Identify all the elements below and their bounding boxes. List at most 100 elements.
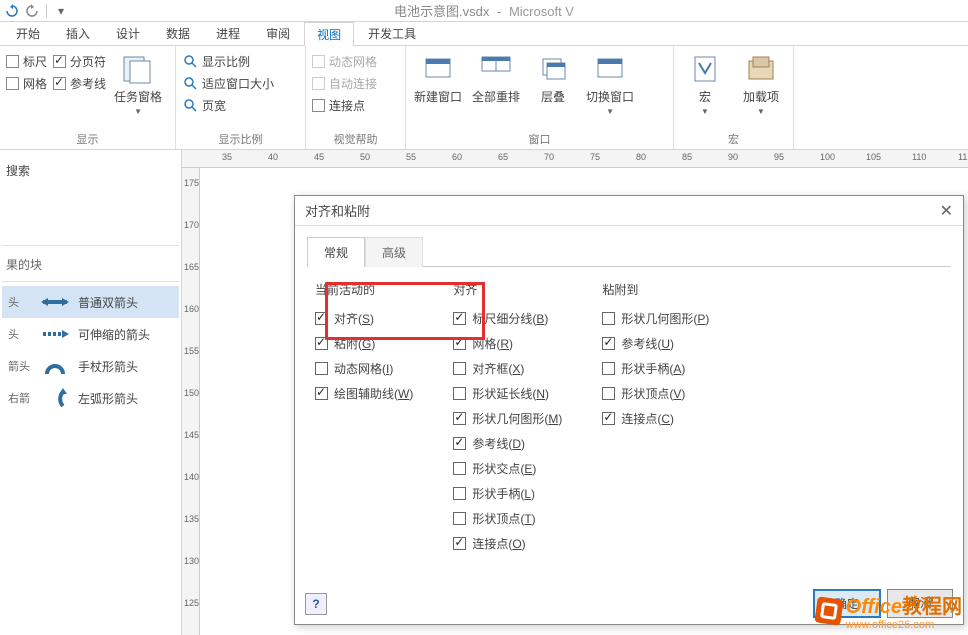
dialog-checkbox[interactable]: 参考线(D)	[453, 435, 562, 452]
url: www.office26.com	[846, 619, 962, 631]
dialog-checkbox[interactable]: 形状手柄(A)	[602, 360, 709, 377]
separator	[46, 4, 47, 18]
shape-item[interactable]: 箭头手杖形箭头	[2, 350, 179, 382]
label: Office	[846, 596, 902, 618]
window-button[interactable]: 全部重排	[470, 50, 522, 107]
dialog-checkbox[interactable]: 绘图辅助线(W)	[315, 385, 413, 402]
dialog-checkbox[interactable]: 形状手柄(L)	[453, 485, 562, 502]
ribbon-group-visual-aids: 动态网格自动连接连接点 视觉帮助	[306, 46, 406, 149]
dialog-checkbox[interactable]: 形状顶点(T)	[453, 510, 562, 527]
fit-window-icon[interactable]: 适应窗口大小	[182, 72, 299, 94]
column-glue: 粘附到形状几何图形(P)参考线(U)形状手柄(A)形状顶点(V)连接点(C)	[602, 281, 709, 552]
redo-icon[interactable]	[24, 3, 40, 19]
group-label: 视觉帮助	[306, 131, 405, 147]
dialog-checkbox[interactable]: 形状几何图形(P)	[602, 310, 709, 327]
ribbon-group-zoom: 显示比例适应窗口大小页宽 显示比例	[176, 46, 306, 149]
dialog-checkbox[interactable]: 参考线(U)	[602, 335, 709, 352]
macro-button[interactable]: 加载项▼	[736, 50, 786, 118]
label: 参考线	[70, 75, 106, 92]
dialog-checkbox[interactable]: 形状顶点(V)	[602, 385, 709, 402]
menu-tab-2[interactable]: 设计	[104, 22, 152, 45]
label: 标尺	[23, 53, 47, 70]
menu-tab-3[interactable]: 数据	[154, 22, 202, 45]
task-panes-button[interactable]: 任务窗格 ▼	[112, 50, 164, 118]
brand-watermark: Office教程网 www.office26.com	[816, 590, 962, 631]
menu-tab-7[interactable]: 开发工具	[356, 22, 428, 45]
label: 分页符	[70, 53, 106, 70]
dialog-checkbox[interactable]: 形状延长线(N)	[453, 385, 562, 402]
dialog-checkbox[interactable]: 对齐框(X)	[453, 360, 562, 377]
dialog-checkbox[interactable]: 网格(R)	[453, 335, 562, 352]
label: 常规	[324, 246, 348, 260]
dialog-checkbox[interactable]: 连接点(O)	[453, 535, 562, 552]
tab-advanced[interactable]: 高级	[365, 237, 423, 267]
label: 教程网	[902, 596, 962, 618]
group-label: 显示	[0, 131, 175, 147]
dialog-checkbox[interactable]: 形状交点(E)	[453, 460, 562, 477]
label: 网格	[23, 75, 47, 92]
task-panes-icon	[121, 52, 155, 86]
label: 高级	[382, 246, 406, 260]
page-breaks-checkbox[interactable]: 分页符	[53, 50, 106, 72]
help-button[interactable]: ?	[305, 593, 327, 615]
chevron-down-icon: ▼	[134, 107, 142, 116]
dialog-checkbox[interactable]: 动态网格(I)	[315, 360, 413, 377]
ribbon-tabs: 开始插入设计数据进程审阅视图开发工具	[0, 22, 968, 46]
office-logo-icon	[814, 596, 843, 625]
vertical-ruler: 175170165160155150145140135130125	[182, 168, 200, 635]
dialog-checkbox[interactable]: 形状几何图形(M)	[453, 410, 562, 427]
grid-checkbox[interactable]: 网格	[6, 72, 47, 94]
ruler-checkbox[interactable]: 标尺	[6, 50, 47, 72]
dialog-body: 当前活动的对齐(S)粘附(G)动态网格(I)绘图辅助线(W) 对齐标尺细分线(B…	[295, 267, 963, 566]
window-button[interactable]: 新建窗口	[412, 50, 464, 107]
horizontal-ruler: 35404550556065707580859095100105110115	[182, 150, 968, 168]
va-checkbox: 自动连接	[312, 72, 399, 94]
menu-tab-5[interactable]: 审阅	[254, 22, 302, 45]
dialog-checkbox[interactable]: 连接点(C)	[602, 410, 709, 427]
zoom-icon[interactable]: 显示比例	[182, 50, 299, 72]
menu-tab-0[interactable]: 开始	[4, 22, 52, 45]
app-name: Microsoft V	[509, 4, 574, 19]
menu-tab-6[interactable]: 视图	[304, 22, 354, 47]
dialog-checkbox[interactable]: 粘附(G)	[315, 335, 413, 352]
dialog-checkbox[interactable]: 对齐(S)	[315, 310, 413, 327]
ribbon: 标尺 网格 分页符 参考线 任务窗格 ▼ 显示 显示比例适应窗口大小页宽 显示比…	[0, 46, 968, 150]
ribbon-group-show: 标尺 网格 分页符 参考线 任务窗格 ▼ 显示	[0, 46, 176, 149]
menu-tab-1[interactable]: 插入	[54, 22, 102, 45]
page-width-icon[interactable]: 页宽	[182, 94, 299, 116]
shape-item[interactable]: 头普通双箭头	[2, 286, 179, 318]
dialog-titlebar: 对齐和粘附 ✕	[295, 196, 963, 226]
group-label: 宏	[674, 131, 793, 147]
label: 任务窗格	[114, 88, 162, 105]
dialog-checkbox[interactable]: 标尺细分线(B)	[453, 310, 562, 327]
menu-tab-4[interactable]: 进程	[204, 22, 252, 45]
customize-qa-icon[interactable]: ▾	[53, 3, 69, 19]
document-title: 电池示意图.vsdx - Microsoft V	[394, 1, 574, 20]
section-label: 果的块	[2, 252, 179, 277]
shape-item[interactable]: 右箭左弧形箭头	[2, 382, 179, 414]
filename: 电池示意图.vsdx	[394, 4, 489, 19]
undo-icon[interactable]	[4, 3, 20, 19]
title-bar: ▾ 电池示意图.vsdx - Microsoft V	[0, 0, 968, 22]
close-icon[interactable]: ✕	[940, 201, 953, 221]
column-active: 当前活动的对齐(S)粘附(G)动态网格(I)绘图辅助线(W)	[315, 281, 413, 552]
search-label[interactable]: 搜索	[2, 156, 179, 185]
window-button[interactable]: 切换窗口▼	[584, 50, 636, 118]
guides-checkbox[interactable]: 参考线	[53, 72, 106, 94]
ribbon-group-macros: 宏▼加载项▼ 宏	[674, 46, 794, 149]
snap-glue-dialog: 对齐和粘附 ✕ 常规 高级 当前活动的对齐(S)粘附(G)动态网格(I)绘图辅助…	[294, 195, 964, 625]
va-checkbox[interactable]: 连接点	[312, 94, 399, 116]
ribbon-group-window: 新建窗口全部重排层叠切换窗口▼ 窗口	[406, 46, 674, 149]
dialog-title: 对齐和粘附	[305, 201, 370, 220]
column-snap: 对齐标尺细分线(B)网格(R)对齐框(X)形状延长线(N)形状几何图形(M)参考…	[453, 281, 562, 552]
quick-access-toolbar: ▾	[4, 3, 69, 19]
shapes-panel: 搜索 果的块 头普通双箭头头可伸缩的箭头箭头手杖形箭头右箭左弧形箭头	[0, 150, 182, 635]
group-label: 窗口	[406, 131, 673, 147]
macro-button[interactable]: 宏▼	[680, 50, 730, 118]
tab-general[interactable]: 常规	[307, 237, 365, 267]
va-checkbox: 动态网格	[312, 50, 399, 72]
shape-item[interactable]: 头可伸缩的箭头	[2, 318, 179, 350]
dialog-tabs: 常规 高级	[295, 226, 963, 266]
window-button[interactable]: 层叠	[528, 50, 578, 107]
group-label: 显示比例	[176, 131, 305, 147]
